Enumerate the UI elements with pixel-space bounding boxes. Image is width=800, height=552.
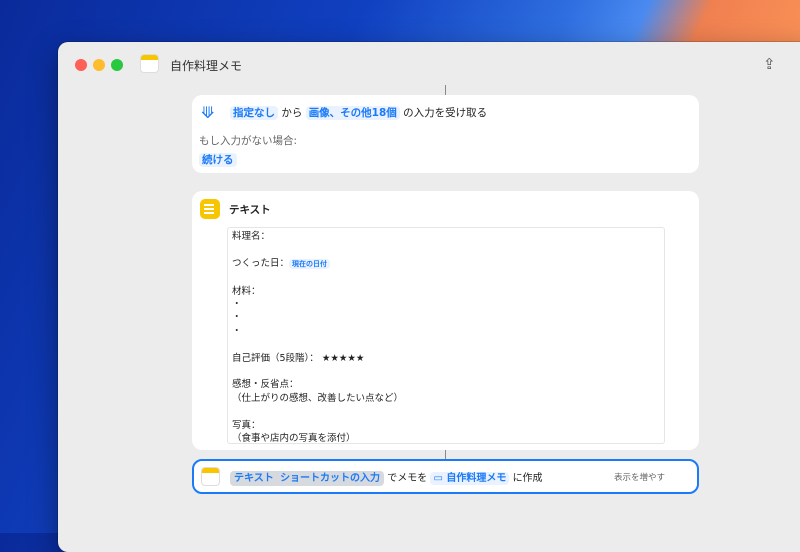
- line-dish: 料理名：: [232, 231, 271, 242]
- line-rating: 自己評価（5段階）：: [232, 352, 319, 364]
- line-ingredients: 材料：: [232, 285, 261, 297]
- label-from: から: [281, 107, 303, 119]
- notes-icon: [201, 467, 220, 486]
- create-note-action[interactable]: テキスト ショートカットの入力 でメモを ▭ 自作料理メモ に作成 表示を増やす: [192, 459, 699, 494]
- notes-app-icon: [140, 54, 159, 73]
- current-date-variable[interactable]: 現在の日付: [289, 258, 331, 269]
- bullet: ・: [232, 312, 242, 324]
- line-photo: 写真：: [232, 419, 261, 431]
- connector: [445, 85, 446, 95]
- line-photo-hint: （食事や店内の写真を添付）: [232, 433, 356, 445]
- line-date: つくった日：: [232, 257, 290, 269]
- text-action-title: テキスト: [229, 204, 271, 216]
- rating-stars: ★★★★★: [321, 352, 365, 364]
- text-action-icon: [200, 199, 220, 219]
- folder-name: 自作料理メモ: [446, 473, 507, 484]
- show-more-button[interactable]: 表示を増やす: [614, 471, 665, 483]
- window-title: 自作料理メモ: [170, 59, 243, 73]
- close-button[interactable]: [75, 59, 87, 71]
- text-input-variables[interactable]: テキスト ショートカットの入力: [230, 471, 385, 486]
- text-editor[interactable]: 料理名： つくった日： 現在の日付 材料： ・ ・ ・ 自己評価（5段階）： ★★…: [227, 227, 665, 444]
- line-reflection-hint: （仕上がりの感想、改善したい点など）: [232, 392, 404, 404]
- share-icon[interactable]: ⇪: [763, 55, 776, 73]
- text-action[interactable]: テキスト 料理名： つくった日： 現在の日付 材料： ・ ・ ・ 自己評価（5段階…: [192, 191, 699, 450]
- no-input-action[interactable]: 続ける: [199, 153, 237, 167]
- no-input-label: もし入力がない場合:: [199, 135, 298, 147]
- minimize-button[interactable]: [93, 59, 105, 71]
- line-reflection: 感想・反省点：: [232, 379, 299, 391]
- bullet: ・: [232, 299, 242, 311]
- connector: [445, 450, 446, 459]
- receive-icon: ⟱: [201, 103, 215, 122]
- source-param[interactable]: 指定なし: [230, 106, 278, 120]
- shortcut-window: 自作料理メモ ⇪ ⟱ 指定なし から 画像、その他18個 の入力を受け取る もし…: [58, 42, 800, 552]
- receive-input-action[interactable]: ⟱ 指定なし から 画像、その他18個 の入力を受け取る もし入力がない場合: …: [192, 95, 699, 173]
- label-suffix: の入力を受け取る: [403, 107, 488, 119]
- text-variable[interactable]: テキスト: [234, 473, 274, 484]
- zoom-button[interactable]: [111, 59, 123, 71]
- types-param[interactable]: 画像、その他18個: [305, 106, 400, 120]
- shortcut-input-variable[interactable]: ショートカットの入力: [280, 473, 380, 484]
- bullet: ・: [232, 325, 242, 337]
- label-suffix: に作成: [512, 473, 543, 484]
- folder-param[interactable]: ▭ 自作料理メモ: [430, 472, 510, 485]
- label-mid: でメモを: [387, 473, 428, 484]
